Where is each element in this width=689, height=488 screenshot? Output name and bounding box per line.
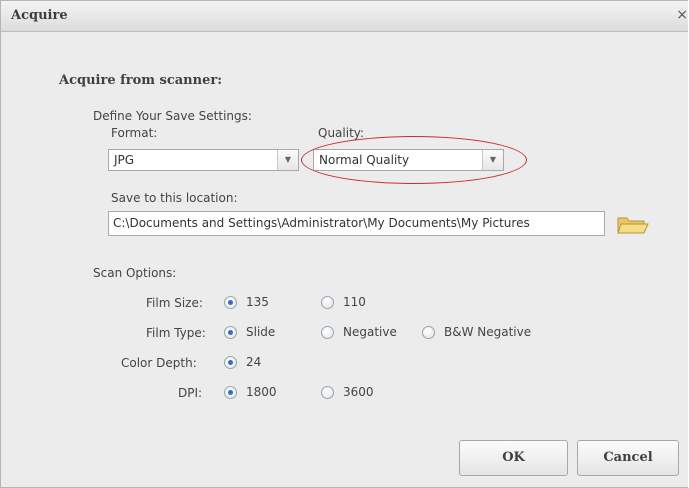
- location-input[interactable]: C:\Documents and Settings\Administrator\…: [108, 211, 605, 236]
- quality-value: Normal Quality: [319, 153, 410, 167]
- dpi-label: DPI:: [178, 386, 203, 400]
- film-size-135-label: 135: [246, 295, 269, 309]
- format-value: JPG: [114, 153, 135, 167]
- film-type-negative-radio[interactable]: [321, 326, 334, 339]
- color-depth-24-radio[interactable]: [224, 356, 237, 369]
- film-size-135-radio[interactable]: [224, 296, 237, 309]
- dpi-3600-radio[interactable]: [321, 386, 334, 399]
- format-label: Format:: [111, 126, 158, 140]
- film-type-bw-negative-label: B&W Negative: [444, 325, 532, 339]
- quality-select[interactable]: Normal Quality ▼: [313, 149, 504, 171]
- color-depth-label: Color Depth:: [121, 356, 197, 370]
- film-size-110-label: 110: [343, 295, 366, 309]
- cancel-button[interactable]: Cancel: [577, 440, 679, 476]
- title-bar: Acquire ×: [1, 1, 688, 32]
- ok-button[interactable]: OK: [459, 440, 568, 476]
- film-size-label: Film Size:: [146, 296, 203, 310]
- dpi-1800-label: 1800: [246, 385, 277, 399]
- save-settings-label: Define Your Save Settings:: [93, 109, 252, 123]
- film-size-110-radio[interactable]: [321, 296, 334, 309]
- chevron-down-icon[interactable]: ▼: [482, 150, 503, 170]
- chevron-down-icon[interactable]: ▼: [277, 150, 298, 170]
- quality-label: Quality:: [318, 126, 365, 140]
- film-type-negative-label: Negative: [343, 325, 397, 339]
- film-type-bw-negative-radio[interactable]: [422, 326, 435, 339]
- format-select[interactable]: JPG ▼: [108, 149, 299, 171]
- color-depth-24-label: 24: [246, 355, 262, 369]
- close-icon[interactable]: ×: [676, 7, 688, 23]
- dpi-1800-radio[interactable]: [224, 386, 237, 399]
- acquire-dialog: Acquire × Acquire from scanner: Define Y…: [0, 0, 688, 488]
- film-type-slide-radio[interactable]: [224, 326, 237, 339]
- folder-icon[interactable]: [616, 214, 650, 236]
- scan-options-label: Scan Options:: [93, 266, 177, 280]
- acquire-heading: Acquire from scanner:: [59, 73, 223, 88]
- film-type-slide-label: Slide: [246, 325, 276, 339]
- dialog-title: Acquire: [11, 8, 68, 23]
- location-label: Save to this location:: [111, 191, 238, 205]
- dpi-3600-label: 3600: [343, 385, 374, 399]
- film-type-label: Film Type:: [146, 326, 206, 340]
